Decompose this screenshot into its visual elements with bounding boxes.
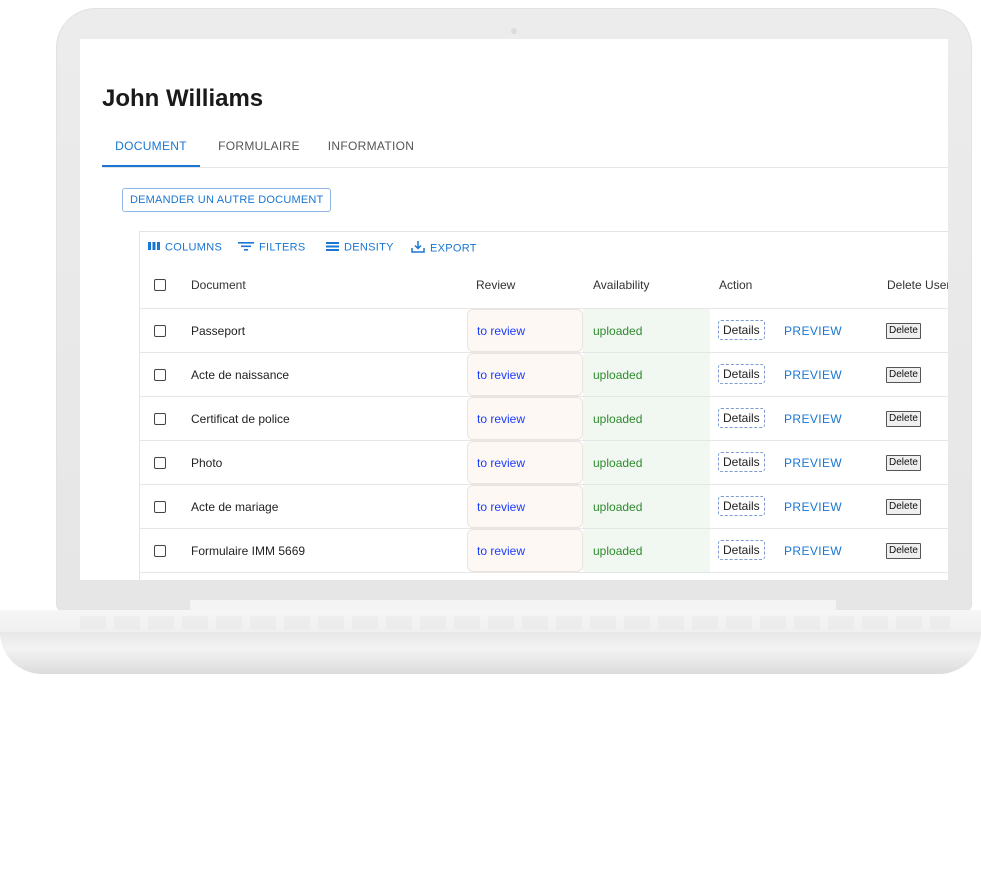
review-status[interactable]: to review [467, 485, 583, 528]
delete-button[interactable]: Delete [886, 455, 921, 471]
row-checkbox[interactable] [154, 368, 166, 381]
columns-label: COLUMNS [165, 241, 223, 254]
row-checkbox[interactable] [154, 500, 166, 513]
export-label: EXPORT [430, 242, 477, 255]
documents-grid: COLUMNS FILTERS DENSITY EXPORT Document … [139, 231, 948, 580]
details-button[interactable]: Details [718, 540, 765, 560]
row-checkbox[interactable] [154, 544, 166, 557]
export-button[interactable]: EXPORT [411, 241, 477, 255]
filters-button[interactable]: FILTERS [238, 241, 306, 255]
preview-button[interactable]: PREVIEW [784, 485, 842, 528]
availability-status: uploaded [583, 397, 710, 440]
preview-button[interactable]: PREVIEW [784, 441, 842, 484]
select-all-checkbox[interactable] [154, 279, 166, 291]
column-header-document[interactable]: Document [191, 262, 246, 308]
request-document-button[interactable]: DEMANDER UN AUTRE DOCUMENT [122, 188, 332, 212]
details-button[interactable]: Details [718, 496, 765, 516]
details-button[interactable]: Details [718, 408, 765, 428]
laptop-mockup: John Williams DOCUMENT FORMULAIRE INFORM… [0, 0, 981, 871]
row-select-cell [154, 353, 166, 396]
availability-status: uploaded [583, 529, 710, 572]
availability-status: uploaded [583, 441, 710, 484]
app-screen: John Williams DOCUMENT FORMULAIRE INFORM… [80, 39, 948, 580]
details-button[interactable]: Details [718, 452, 765, 472]
table-row[interactable]: Passeport to review uploaded Details PREVIEW… [140, 309, 948, 353]
details-button[interactable]: Details [718, 320, 765, 340]
delete-button[interactable]: Delete [886, 499, 921, 515]
document-name: Passeport [191, 323, 246, 338]
row-checkbox[interactable] [154, 324, 166, 337]
delete-button[interactable]: Delete [886, 543, 921, 559]
availability-status: uploaded [583, 309, 710, 352]
document-name: Photo [191, 455, 223, 470]
row-select-cell [154, 441, 166, 484]
density-button[interactable]: DENSITY [326, 241, 394, 255]
row-select-cell [154, 309, 166, 352]
review-status[interactable]: to review [467, 529, 583, 572]
preview-button[interactable]: PREVIEW [784, 529, 842, 572]
preview-button[interactable]: PREVIEW [784, 309, 842, 352]
document-name: Acte de naissance [191, 367, 290, 382]
review-status[interactable]: to review [467, 353, 583, 396]
table-row[interactable]: Acte de mariage to review uploaded Details P… [140, 485, 948, 529]
review-status[interactable]: to review [467, 309, 583, 352]
column-header-delete-user[interactable]: Delete User [887, 262, 948, 308]
tab-bar: DOCUMENT FORMULAIRE INFORMATION [102, 131, 948, 168]
column-header-review[interactable]: Review [476, 262, 515, 308]
table-header: Document Review Availability Action Dele… [140, 262, 948, 309]
filter-icon [238, 241, 254, 254]
select-all-cell [154, 262, 166, 308]
page-title: John Williams [102, 85, 264, 112]
availability-status: uploaded [583, 485, 710, 528]
laptop-keys [80, 616, 950, 630]
delete-button[interactable]: Delete [886, 367, 921, 383]
tab-document[interactable]: DOCUMENT [102, 131, 200, 167]
review-status[interactable]: to review [467, 397, 583, 440]
document-name: Formulaire IMM 5669 [191, 543, 306, 558]
preview-button[interactable]: PREVIEW [784, 353, 842, 396]
export-icon [411, 241, 425, 256]
table-row[interactable]: Certificat de police to review uploaded Det… [140, 397, 948, 441]
density-icon [326, 241, 339, 254]
grid-toolbar: COLUMNS FILTERS DENSITY EXPORT [140, 232, 948, 262]
availability-status: uploaded [583, 353, 710, 396]
delete-button[interactable]: Delete [886, 323, 921, 339]
laptop-camera [511, 28, 517, 34]
delete-button[interactable]: Delete [886, 411, 921, 427]
row-checkbox[interactable] [154, 456, 166, 469]
table-row[interactable]: Photo to review uploaded Details PREVIEW Dele… [140, 441, 948, 485]
filters-label: FILTERS [259, 241, 306, 254]
table-row[interactable]: Formulaire IMM 5669 to review uploaded Deta… [140, 529, 948, 573]
preview-button[interactable]: PREVIEW [784, 397, 842, 440]
details-button[interactable]: Details [718, 364, 765, 384]
columns-button[interactable]: COLUMNS [148, 241, 222, 255]
row-select-cell [154, 529, 166, 572]
tab-information[interactable]: INFORMATION [316, 131, 426, 165]
document-name: Acte de mariage [191, 499, 279, 514]
table-row[interactable]: Acte de naissance to review uploaded Detail… [140, 353, 948, 397]
laptop-hinge [190, 600, 836, 610]
row-select-cell [154, 485, 166, 528]
review-status[interactable]: to review [467, 441, 583, 484]
tab-formulaire[interactable]: FORMULAIRE [206, 131, 312, 165]
row-select-cell [154, 397, 166, 440]
density-label: DENSITY [344, 241, 394, 254]
column-header-availability[interactable]: Availability [593, 262, 649, 308]
column-header-action[interactable]: Action [719, 262, 752, 308]
laptop-base [0, 632, 981, 674]
row-checkbox[interactable] [154, 412, 166, 425]
document-name: Certificat de police [191, 411, 290, 426]
columns-icon [148, 241, 160, 254]
